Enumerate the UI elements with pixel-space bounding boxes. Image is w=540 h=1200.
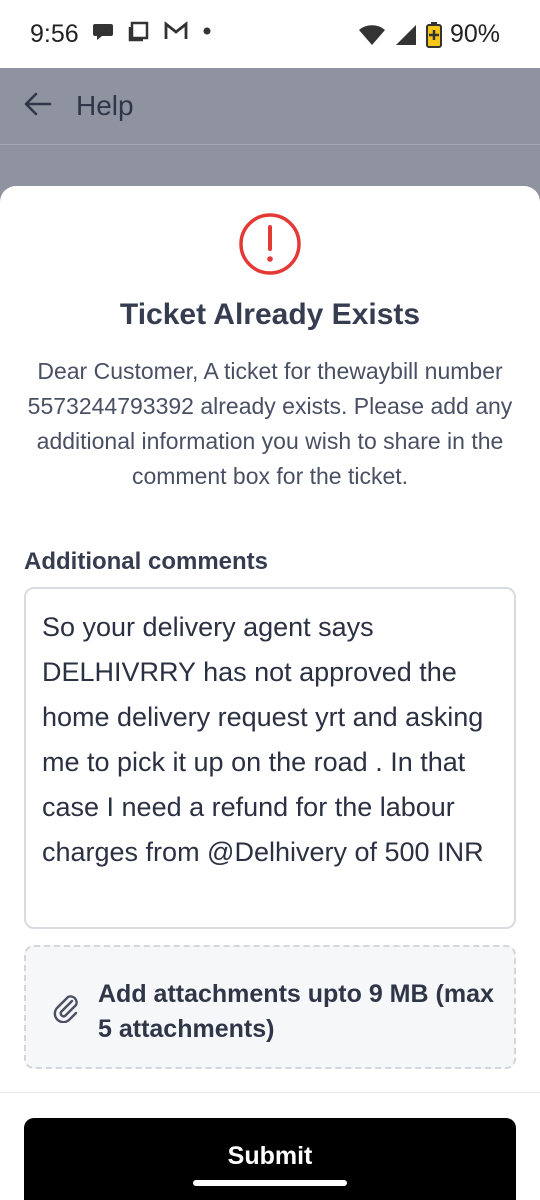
status-bar: 9:56 90% (0, 0, 540, 68)
back-arrow-icon[interactable] (22, 88, 54, 120)
home-gesture-bar[interactable] (193, 1180, 347, 1186)
comments-label: Additional comments (24, 548, 269, 575)
wifi-icon (358, 24, 385, 45)
notification-icons (92, 20, 212, 42)
sheet-message: Dear Customer, A ticket for thewaybill n… (27, 358, 513, 489)
divider (0, 1092, 540, 1093)
battery-icon (425, 21, 442, 48)
status-time: 9:56 (30, 20, 79, 48)
submit-button[interactable]: Submit (24, 1118, 516, 1200)
comment-textarea[interactable]: So your delivery agent says DELHIVRRY ha… (42, 605, 502, 915)
dot-icon (203, 27, 211, 35)
attachments-label: Add attachments upto 9 MB (max 5 attachm… (98, 980, 494, 1043)
ticket-exists-sheet: Ticket Already Exists Dear Customer, A t… (0, 186, 540, 1200)
chat-icon (93, 24, 113, 40)
page-title: Help (76, 90, 134, 121)
add-attachments-button[interactable]: Add attachments upto 9 MB (max 5 attachm… (24, 945, 516, 1069)
battery-percent: 90% (449, 20, 500, 48)
app-bar: Help (0, 68, 540, 145)
sheet-title: Ticket Already Exists (119, 298, 421, 331)
alert-icon (239, 213, 301, 275)
square-icon (128, 21, 149, 42)
system-icons: 90% (358, 20, 500, 49)
gmail-icon (164, 21, 188, 39)
signal-icon (395, 24, 416, 45)
paperclip-icon (53, 995, 78, 1023)
comment-box[interactable]: So your delivery agent says DELHIVRRY ha… (24, 587, 516, 929)
submit-label: Submit (227, 1142, 313, 1170)
